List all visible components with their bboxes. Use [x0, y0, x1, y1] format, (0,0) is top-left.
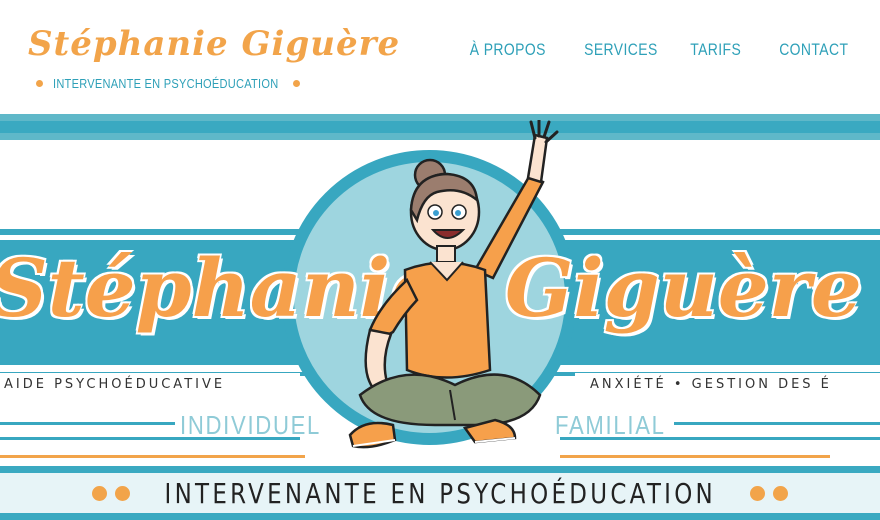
deco-line	[0, 455, 305, 458]
logo-name: Stéphanie Giguère	[28, 24, 401, 64]
deco-line	[674, 422, 880, 425]
site-header: Stéphanie Giguère INTERVENANTE EN PSYCHO…	[0, 0, 880, 110]
nav-item-a-propos[interactable]: À PROPOS	[470, 40, 546, 60]
nav-item-contact[interactable]: CONTACT	[779, 40, 848, 60]
nav-item-services[interactable]: SERVICES	[584, 40, 658, 60]
bottom-tagline: INTERVENANTE EN PSYCHOÉDUCATION	[164, 476, 716, 510]
dot-icon	[293, 80, 300, 87]
logo-tagline-row: INTERVENANTE EN PSYCHOÉDUCATION	[36, 76, 300, 91]
dot-icon	[36, 80, 43, 87]
nav-item-tarifs[interactable]: TARIFS	[691, 40, 742, 60]
service-text-right: ANXIÉTÉ • GESTION DES É	[590, 377, 832, 392]
woman-illustration	[348, 120, 559, 449]
deco-line	[0, 422, 175, 425]
bottom-tagline-bar: INTERVENANTE EN PSYCHOÉDUCATION	[0, 466, 880, 520]
dots-right	[750, 485, 789, 501]
deco-line	[560, 455, 830, 458]
dot-icon	[91, 485, 107, 501]
service-text-left: AIDE PSYCHOÉDUCATIVE	[4, 377, 226, 392]
logo-tagline: INTERVENANTE EN PSYCHOÉDUCATION	[53, 76, 279, 91]
bottom-tagline-inner: INTERVENANTE EN PSYCHOÉDUCATION	[0, 473, 880, 513]
dot-icon	[114, 485, 130, 501]
bottom-tagline-row: INTERVENANTE EN PSYCHOÉDUCATION	[0, 473, 880, 513]
dot-icon	[773, 485, 789, 501]
dots-left	[91, 485, 130, 501]
label-individuel: INDIVIDUEL	[180, 410, 322, 440]
main-nav: À PROPOS SERVICES TARIFS CONTACT	[453, 40, 848, 60]
dot-icon	[750, 485, 766, 501]
site-logo[interactable]: Stéphanie Giguère INTERVENANTE EN PSYCHO…	[26, 22, 399, 102]
hero-banner: Stéphanie Giguère AIDE PSYCHOÉDUCATIVE A…	[0, 110, 880, 520]
